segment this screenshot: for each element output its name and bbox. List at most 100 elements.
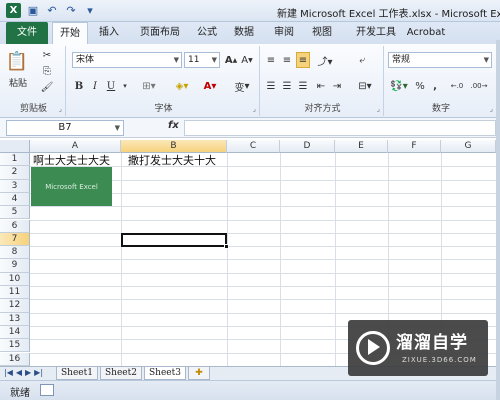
grid-line (30, 219, 496, 221)
percent-button[interactable]: % (414, 78, 426, 94)
font-name-select[interactable]: 宋体 ▼ (72, 52, 182, 68)
row-header-11[interactable]: 11 (0, 286, 30, 300)
cell-b1[interactable]: 撒打发士大夫十大 (128, 152, 216, 168)
increase-decimal-icon[interactable]: ←.0 (448, 78, 466, 94)
cut-icon[interactable]: ✂ (40, 48, 54, 62)
row-header-2[interactable]: 2 (0, 166, 30, 180)
name-box[interactable]: B7 ▼ (6, 120, 124, 136)
row-header-10[interactable]: 10 (0, 272, 30, 286)
row-header-5[interactable]: 5 (0, 206, 30, 220)
save-icon[interactable]: ▣ (26, 4, 40, 18)
align-middle-icon[interactable]: ≡ (280, 52, 294, 68)
row-header-12[interactable]: 12 (0, 299, 30, 313)
phonetic-button[interactable]: 变 ▾ (230, 78, 254, 94)
tab-page-layout[interactable]: 页面布局 (134, 22, 186, 44)
sheet-tab-sheet2[interactable]: Sheet2 (100, 367, 142, 380)
excel-logo-icon[interactable]: X (6, 3, 21, 18)
dialog-launcher-icon[interactable]: ⌟ (490, 105, 493, 113)
tab-insert[interactable]: 插入 (92, 22, 126, 44)
tab-formulas[interactable]: 公式 (192, 22, 222, 44)
orientation-icon[interactable]: ⤴▾ (314, 52, 336, 68)
chevron-down-icon: ▼ (173, 56, 179, 64)
row-header-15[interactable]: 15 (0, 339, 30, 353)
tab-developer[interactable]: 开发工具 (352, 22, 400, 44)
tab-acrobat[interactable]: Acrobat (406, 22, 446, 44)
font-size-select[interactable]: 11 ▼ (184, 52, 220, 68)
align-bottom-icon[interactable]: ≡ (296, 52, 310, 68)
tab-review[interactable]: 审阅 (268, 22, 300, 44)
copy-icon[interactable]: ⎘ (40, 64, 54, 78)
dialog-launcher-icon[interactable]: ⌟ (377, 105, 380, 113)
row-header-6[interactable]: 6 (0, 219, 30, 233)
fill-color-icon[interactable]: ◈▾ (170, 78, 194, 94)
border-icon[interactable]: ⊞▾ (138, 78, 160, 94)
column-header-g[interactable]: G (441, 140, 496, 153)
column-header-f[interactable]: F (388, 140, 441, 153)
insert-function-button[interactable]: fx (168, 120, 179, 131)
sheet-tab-sheet3[interactable]: Sheet3 (144, 367, 186, 380)
row-header-3[interactable]: 3 (0, 179, 30, 193)
cell-a1[interactable]: 啊士大夫士大夫 (33, 152, 110, 168)
title-bar: X ▣ ↶ ↷ ▾ 新建 Microsoft Excel 工作表.xlsx - … (0, 0, 500, 22)
first-sheet-icon[interactable]: |◀ (4, 368, 13, 377)
paste-icon[interactable]: 📋 (6, 48, 28, 74)
tab-home[interactable]: 开始 (52, 22, 88, 44)
row-header-7[interactable]: 7 (0, 232, 30, 247)
number-format-select[interactable]: 常规 ▼ (388, 52, 492, 68)
underline-button[interactable]: U (104, 78, 118, 94)
tab-file[interactable]: 文件 (6, 22, 48, 44)
redo-icon[interactable]: ↷ (64, 4, 78, 18)
tab-data[interactable]: 数据 (228, 22, 260, 44)
watermark-subtitle: ZIXUE.3D66.COM (402, 356, 477, 364)
decrease-decimal-icon[interactable]: .00→ (470, 78, 488, 94)
column-header-e[interactable]: E (335, 140, 388, 153)
align-right-icon[interactable]: ☰ (296, 78, 310, 94)
undo-icon[interactable]: ↶ (45, 4, 59, 18)
italic-button[interactable]: I (88, 78, 102, 94)
row-header-13[interactable]: 13 (0, 312, 30, 326)
prev-sheet-icon[interactable]: ◀ (16, 368, 22, 377)
sheet-tab-sheet1[interactable]: Sheet1 (56, 367, 98, 380)
decrease-indent-icon[interactable]: ⇤ (314, 78, 328, 94)
font-color-button[interactable]: A ▾ (198, 78, 222, 94)
dialog-launcher-icon[interactable]: ⌟ (253, 105, 256, 113)
align-left-icon[interactable]: ☰ (264, 78, 278, 94)
wrap-text-icon[interactable]: ⤶ (354, 52, 370, 68)
row-header-14[interactable]: 14 (0, 325, 30, 340)
merge-center-icon[interactable]: ⊟▾ (354, 78, 376, 94)
row-header-4[interactable]: 4 (0, 192, 30, 207)
next-sheet-icon[interactable]: ▶ (25, 368, 31, 377)
format-painter-icon[interactable]: 🖌 (40, 80, 54, 94)
row-header-1[interactable]: 1 (0, 153, 30, 167)
tab-view[interactable]: 视图 (306, 22, 338, 44)
active-cell-b7[interactable] (121, 233, 227, 247)
grow-font-icon[interactable]: A ▲ (224, 52, 238, 68)
row-header-16[interactable]: 16 (0, 352, 30, 366)
customize-toolbar-icon[interactable]: ▾ (83, 4, 97, 18)
bold-button[interactable]: B (72, 78, 86, 94)
align-top-icon[interactable]: ≡ (264, 52, 278, 68)
chevron-down-icon: ▼ (483, 56, 489, 64)
row-header-8[interactable]: 8 (0, 246, 30, 260)
paste-label[interactable]: 粘贴 (4, 76, 32, 89)
align-center-icon[interactable]: ☰ (280, 78, 294, 94)
select-all-button[interactable] (0, 140, 30, 153)
column-header-c[interactable]: C (227, 140, 280, 153)
watermark-title: 溜溜自学 (396, 333, 468, 353)
fill-handle[interactable] (224, 244, 229, 249)
last-sheet-icon[interactable]: ▶| (34, 368, 43, 377)
row-header-9[interactable]: 9 (0, 259, 30, 273)
formula-input[interactable] (184, 120, 496, 136)
record-macro-icon[interactable] (40, 384, 54, 396)
chevron-down-icon[interactable]: ▾ (120, 78, 130, 94)
grid-line (30, 246, 496, 248)
number-group: 常规 ▼ 💱▾ % , ←.0 .00→ 数字 ⌟ (386, 46, 496, 116)
dialog-launcher-icon[interactable]: ⌟ (59, 105, 62, 113)
currency-icon[interactable]: 💱▾ (388, 78, 410, 94)
comma-button[interactable]: , (430, 78, 440, 94)
column-header-d[interactable]: D (280, 140, 335, 153)
shrink-font-icon[interactable]: A ▼ (240, 52, 254, 68)
inserted-image[interactable]: Microsoft Excel (31, 167, 112, 206)
increase-indent-icon[interactable]: ⇥ (330, 78, 344, 94)
insert-sheet-icon[interactable]: ✚ (188, 367, 210, 380)
